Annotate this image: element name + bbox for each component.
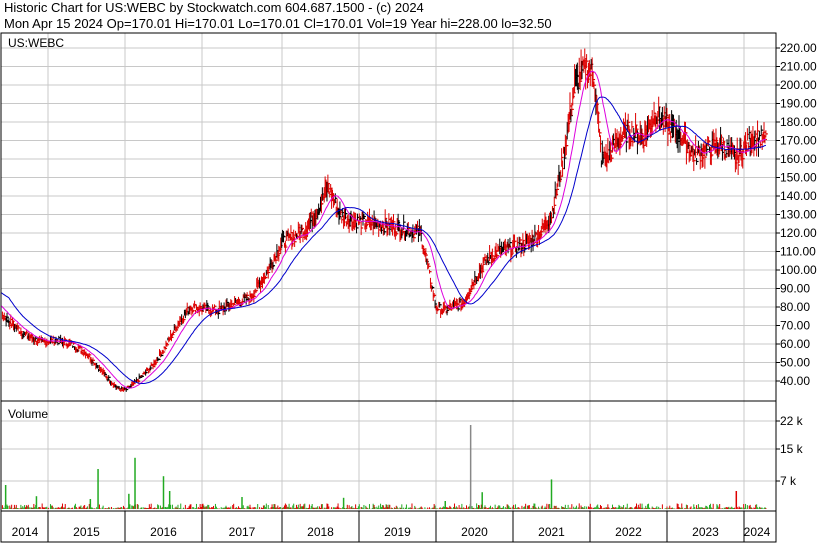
year-tick-label: 2020 — [461, 525, 488, 539]
price-tick-label: 70.00 — [780, 319, 810, 333]
price-tick-label: 220.00 — [780, 41, 817, 55]
year-tick-label: 2021 — [538, 525, 565, 539]
price-tick-label: 140.00 — [780, 189, 817, 203]
year-tick-label: 2023 — [692, 525, 719, 539]
price-tick-label: 100.00 — [780, 263, 817, 277]
price-tick-label: 170.00 — [780, 134, 817, 148]
price-tick-label: 130.00 — [780, 208, 817, 222]
year-tick-label: 2019 — [384, 525, 411, 539]
price-tick-label: 150.00 — [780, 171, 817, 185]
price-tick-label: 110.00 — [780, 245, 816, 259]
price-panel-label: US:WEBC — [8, 36, 64, 50]
price-tick-label: 210.00 — [780, 60, 817, 74]
year-tick-label: 2018 — [307, 525, 334, 539]
year-tick-label: 2014 — [12, 525, 39, 539]
price-tick-label: 200.00 — [780, 78, 817, 92]
price-tick-label: 160.00 — [780, 152, 817, 166]
price-tick-label: 180.00 — [780, 115, 817, 129]
price-tick-label: 80.00 — [780, 300, 810, 314]
price-tick-label: 190.00 — [780, 97, 817, 111]
volume-tick-label: 15 k — [780, 442, 804, 456]
volume-panel — [0, 400, 777, 512]
price-tick-label: 120.00 — [780, 226, 817, 240]
year-tick-label: 2022 — [615, 525, 642, 539]
stock-chart: US:WEBC Volume 40.00 50.00 60.00 70.00 80.00… — [0, 32, 817, 543]
year-tick-label: 2024 — [744, 525, 771, 539]
price-tick-label: 50.00 — [780, 356, 810, 370]
price-tick-label: 40.00 — [780, 374, 810, 388]
year-tick-label: 2015 — [73, 525, 100, 539]
volume-panel-label: Volume — [8, 407, 48, 421]
price-tick-label: 90.00 — [780, 282, 810, 296]
volume-tick-label: 22 k — [780, 414, 804, 428]
year-tick-label: 2016 — [150, 525, 177, 539]
volume-tick-label: 7 k — [780, 474, 797, 488]
year-tick-label: 2017 — [229, 525, 256, 539]
price-tick-label: 60.00 — [780, 337, 810, 351]
